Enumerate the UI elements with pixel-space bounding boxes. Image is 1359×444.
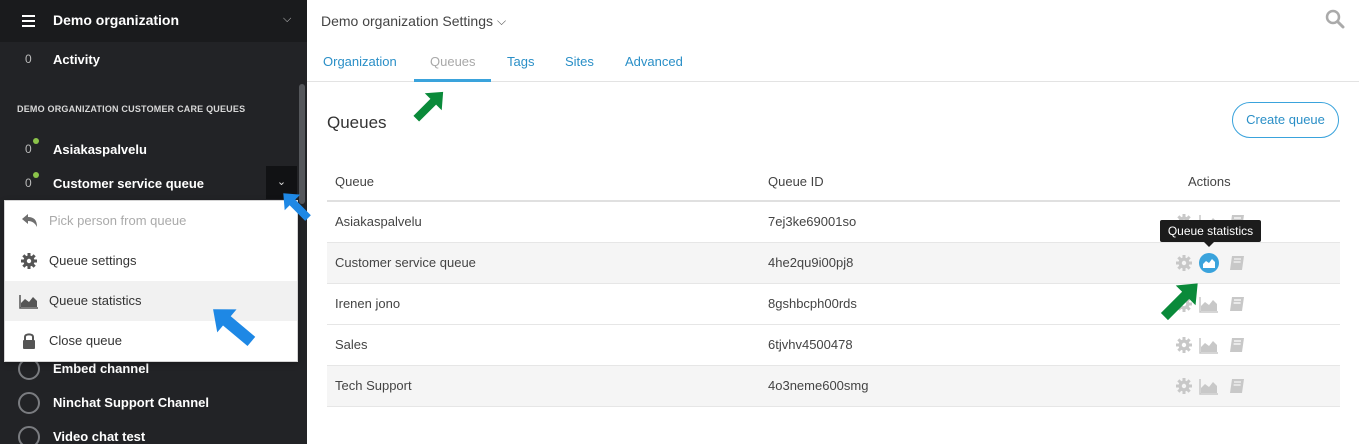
book-icon[interactable] <box>1227 335 1247 355</box>
row-actions <box>1174 335 1254 357</box>
menu-item-label: Close queue <box>49 333 122 348</box>
book-icon[interactable] <box>1227 376 1247 396</box>
hamburger-menu-icon[interactable] <box>22 15 35 27</box>
queue-name: Sales <box>335 337 368 352</box>
sidebar-item-channel[interactable]: Video chat test <box>0 422 307 444</box>
queue-name: Irenen jono <box>335 296 401 311</box>
area-chart-icon[interactable] <box>1199 335 1219 355</box>
menu-item-label: Pick person from queue <box>49 213 187 228</box>
blue-arrow-icon <box>283 193 311 221</box>
channel-avatar-icon <box>18 426 40 444</box>
queue-label: Asiakaspalvelu <box>53 142 147 157</box>
online-status-dot <box>33 138 39 144</box>
undo-icon <box>22 214 37 227</box>
queue-name: Customer service queue <box>335 255 476 270</box>
area-chart-icon[interactable] <box>1199 376 1219 396</box>
queue-id: 8gshbcph00rds <box>768 296 857 311</box>
chevron-down-icon[interactable]: ⌵ <box>283 13 291 26</box>
queues-section-title: DEMO ORGANIZATION CUSTOMER CARE QUEUES <box>17 104 246 114</box>
menu-item-queue-settings[interactable]: Queue settings <box>5 241 297 281</box>
online-status-dot <box>33 172 39 178</box>
channel-label: Embed channel <box>53 361 150 376</box>
org-switcher[interactable]: Demo organization ⌵ <box>0 0 307 42</box>
queue-count: 0 <box>25 176 32 190</box>
row-actions <box>1174 253 1254 275</box>
queue-id: 4he2qu9i00pj8 <box>768 255 854 270</box>
queue-id: 6tjvhv4500478 <box>768 337 853 352</box>
sidebar-item-queue[interactable]: 0 Asiakaspalvelu <box>0 134 307 166</box>
table-row: Sales 6tjvhv4500478 <box>327 325 1340 366</box>
queue-id: 7ej3ke69001so <box>768 214 857 229</box>
column-header-queue-id: Queue ID <box>768 174 824 189</box>
channel-label: Ninchat Support Channel <box>53 395 209 410</box>
lock-icon <box>23 333 35 349</box>
settings-tabs: Organization Queues Tags Sites Advanced <box>307 42 1359 82</box>
queue-name: Tech Support <box>335 378 412 393</box>
tab-queues[interactable]: Queues <box>430 54 476 69</box>
tab-organization[interactable]: Organization <box>323 54 397 69</box>
queue-label: Customer service queue <box>53 176 205 191</box>
tab-tags[interactable]: Tags <box>507 54 534 69</box>
search-icon[interactable] <box>1325 9 1345 29</box>
section-title: Queues <box>327 113 387 132</box>
gear-icon[interactable] <box>1174 376 1194 396</box>
area-chart-icon <box>19 295 38 309</box>
gear-icon <box>21 253 37 269</box>
sidebar-item-queue[interactable]: 0 Customer service queue <box>0 168 307 200</box>
channel-avatar-icon <box>18 392 40 414</box>
book-icon[interactable] <box>1227 253 1247 273</box>
sidebar-item-channel[interactable]: Ninchat Support Channel <box>0 388 307 418</box>
green-arrow-icon <box>1160 283 1198 321</box>
row-actions <box>1174 376 1254 398</box>
menu-item-pick-person[interactable]: Pick person from queue <box>5 201 297 241</box>
queue-id: 4o3neme600smg <box>768 378 869 393</box>
active-tab-indicator <box>414 79 491 82</box>
tooltip-arrow <box>1204 242 1214 247</box>
tab-advanced[interactable]: Advanced <box>625 54 683 69</box>
org-name: Demo organization <box>53 12 180 28</box>
queue-name: Asiakaspalvelu <box>335 214 422 229</box>
area-chart-icon[interactable] <box>1198 252 1220 274</box>
table-row: Tech Support 4o3neme600smg <box>327 366 1340 407</box>
channel-label: Video chat test <box>53 429 146 444</box>
column-header-actions: Actions <box>1188 174 1231 189</box>
chevron-down-icon[interactable]: ⌵ <box>497 14 506 29</box>
sidebar-item-activity[interactable]: 0 Activity <box>0 44 307 76</box>
queue-count: 0 <box>25 142 32 156</box>
blue-arrow-icon <box>213 309 256 347</box>
activity-label: Activity <box>53 52 100 67</box>
menu-item-label: Queue settings <box>49 253 137 268</box>
gear-icon[interactable] <box>1174 335 1194 355</box>
tab-sites[interactable]: Sites <box>565 54 594 69</box>
green-arrow-icon <box>413 91 444 122</box>
page-title: Demo organization Settings <box>321 13 493 29</box>
column-header-queue: Queue <box>335 174 375 189</box>
activity-count: 0 <box>25 52 32 66</box>
menu-item-label: Queue statistics <box>49 293 142 308</box>
queue-statistics-tooltip: Queue statistics <box>1160 220 1261 242</box>
book-icon[interactable] <box>1227 294 1247 314</box>
create-queue-button[interactable]: Create queue <box>1232 102 1339 138</box>
table-header: Queue Queue ID Actions <box>327 162 1340 202</box>
gear-icon[interactable] <box>1174 253 1194 273</box>
